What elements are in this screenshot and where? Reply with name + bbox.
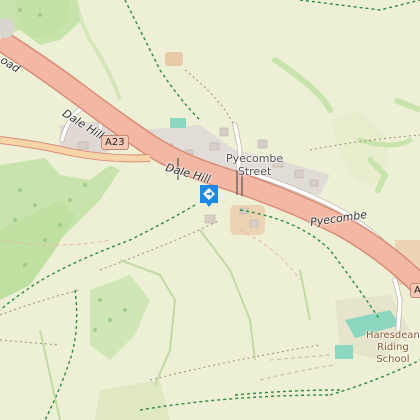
road-shield-a23: A23	[101, 135, 129, 150]
route-direction-icon[interactable]	[198, 183, 220, 207]
poi-label-haresdean-riding-school: Haresdean Riding School	[366, 330, 420, 365]
place-label-pyecombe-street: Pyecombe Street	[226, 152, 284, 178]
road-shield-a: A	[410, 283, 420, 298]
woodland-mid	[90, 275, 150, 360]
woodland-bottom	[95, 380, 170, 420]
map-canvas[interactable]: oad Dale Hill Dale Hill Pyecombe A23 A P…	[0, 0, 420, 420]
